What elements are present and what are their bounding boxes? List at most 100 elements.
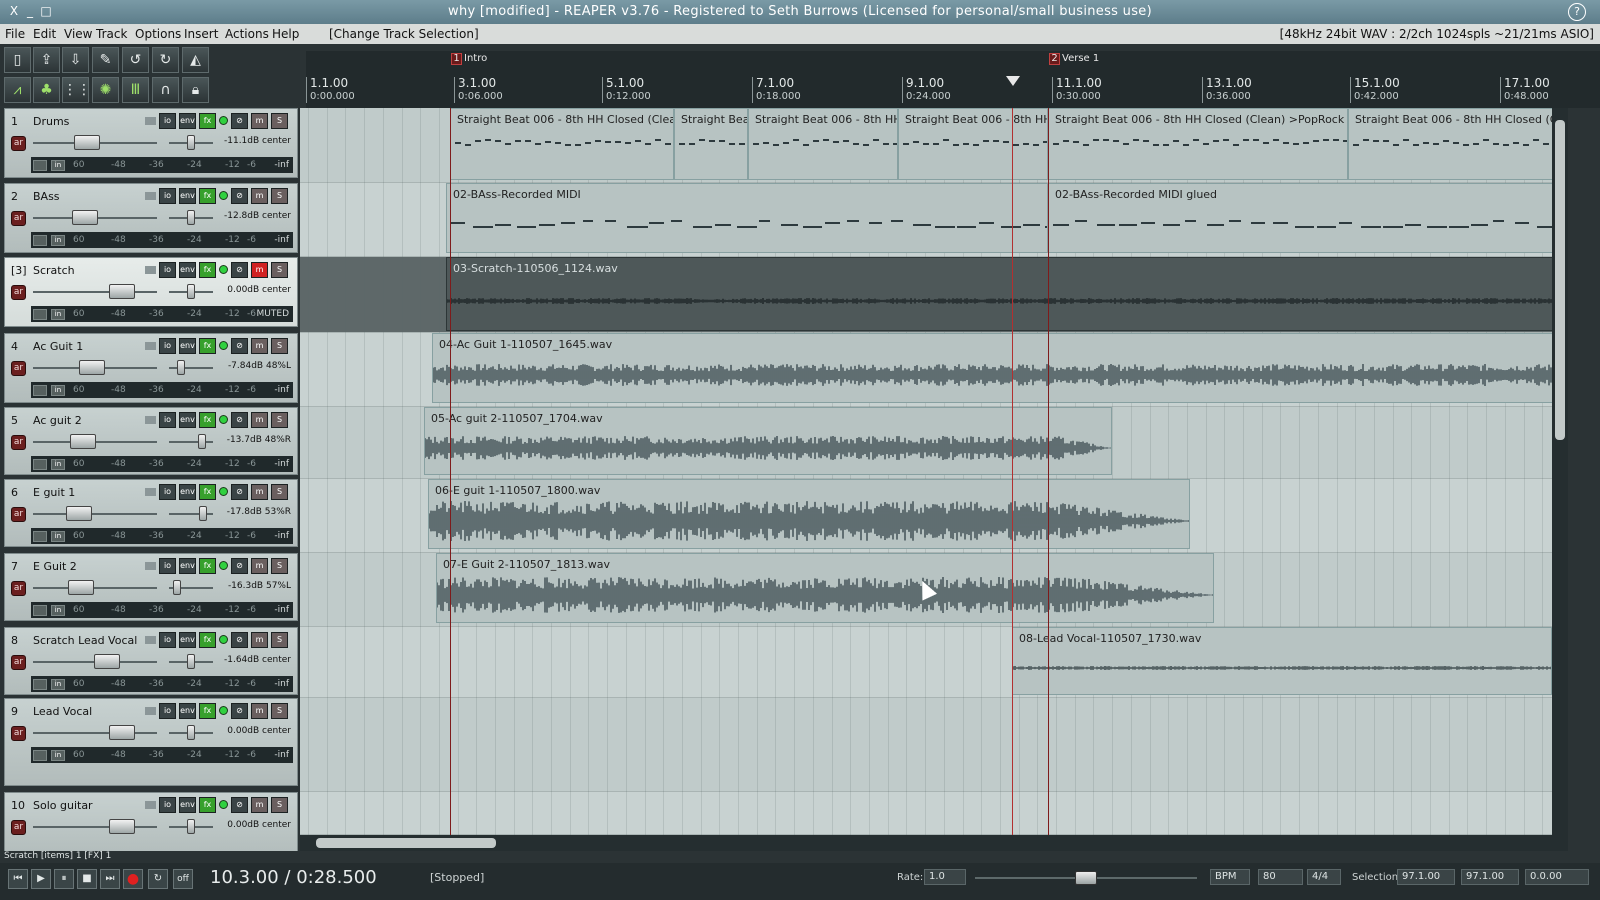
mute-button[interactable]: m (251, 632, 268, 648)
fx-button[interactable]: fx (199, 412, 216, 428)
mute-button[interactable]: m (251, 703, 268, 719)
mute-button[interactable]: m (251, 558, 268, 574)
fx-button[interactable]: fx (199, 558, 216, 574)
settings-wrench-icon[interactable]: ✎ (92, 47, 119, 73)
pause-icon[interactable]: ⏸ (54, 869, 74, 889)
fx-button[interactable]: fx (199, 113, 216, 129)
track-panel-3[interactable]: [3] Scratch io env fx ⊘ m Sar 0.00dB center in 60 -… (4, 257, 298, 327)
track-name[interactable]: Ac guit 2 (33, 414, 82, 427)
pan-knob[interactable] (187, 725, 195, 740)
track-name[interactable]: E Guit 2 (33, 560, 77, 573)
env-button[interactable]: env (179, 113, 196, 129)
pan-knob[interactable] (187, 210, 195, 225)
io-button[interactable]: io (159, 632, 176, 648)
pan-knob[interactable] (173, 580, 181, 595)
fx-enabled-led-icon[interactable] (219, 706, 228, 715)
mute-button[interactable]: m (251, 338, 268, 354)
phase-icon[interactable]: ⊘ (231, 188, 248, 204)
track-panel-5[interactable]: 5 Ac guit 2 io env fx ⊘ m Sar -13.7dB 48%R in 60 -4… (4, 407, 298, 475)
pan-knob[interactable] (187, 819, 195, 834)
volume-fader-track[interactable] (33, 826, 157, 828)
media-item[interactable]: 06-E guit 1-110507_1800.wav (428, 479, 1190, 549)
fx-enabled-led-icon[interactable] (219, 487, 228, 496)
vertical-scrollbar[interactable] (1552, 108, 1568, 835)
solo-button[interactable]: S (271, 113, 288, 129)
meter-mode-icon[interactable] (33, 385, 47, 396)
folder-icon[interactable] (145, 342, 156, 350)
pan-knob[interactable] (198, 434, 206, 449)
io-button[interactable]: io (159, 558, 176, 574)
input-button[interactable]: in (51, 309, 65, 320)
timeline-ruler[interactable]: 1 Intro 2 Verse 1 1.1.00 0:00.000 3.1.00 0:06… (306, 51, 1600, 108)
meter-mode-icon[interactable] (33, 459, 47, 470)
rate-field[interactable]: 1.0 (924, 869, 966, 885)
fx-enabled-led-icon[interactable] (219, 191, 228, 200)
io-button[interactable]: io (159, 412, 176, 428)
track-lane-9[interactable] (300, 698, 1552, 792)
volume-fader-track[interactable] (33, 587, 157, 589)
fx-button[interactable]: fx (199, 703, 216, 719)
folder-icon[interactable] (145, 266, 156, 274)
folder-icon[interactable] (145, 416, 156, 424)
track-lane-10[interactable] (300, 792, 1552, 835)
media-item[interactable]: Straight Beat 006 - 8th HH C (748, 108, 898, 180)
env-button[interactable]: env (179, 338, 196, 354)
track-panel-4[interactable]: 4 Ac Guit 1 io env fx ⊘ m Sar -7.84dB 48%L in 60 -4… (4, 333, 298, 403)
volume-fader-knob[interactable] (94, 654, 120, 669)
timesig-field[interactable]: 4/4 (1307, 869, 1341, 885)
record-arm-button[interactable]: ar (11, 211, 26, 226)
input-button[interactable]: in (51, 531, 65, 542)
media-item[interactable]: 07-E Guit 2-110507_1813.wav (436, 553, 1214, 623)
volume-fader-knob[interactable] (68, 580, 94, 595)
pan-knob[interactable] (199, 506, 207, 521)
menu-options[interactable]: Options (135, 27, 181, 41)
redo-icon[interactable]: ↻ (152, 47, 179, 73)
folder-icon[interactable] (145, 562, 156, 570)
selection-length-field[interactable]: 0.0.00 (1525, 869, 1589, 885)
menu-edit[interactable]: Edit (33, 27, 56, 41)
track-name[interactable]: Scratch Lead Vocal (33, 634, 137, 647)
record-icon[interactable]: ● (123, 869, 143, 889)
track-name[interactable]: Ac Guit 1 (33, 340, 83, 353)
media-item[interactable]: Straight Beat 006 - 8th HH Closed (Clean… (1048, 108, 1348, 180)
fx-enabled-led-icon[interactable] (219, 116, 228, 125)
track-panel-10[interactable]: 10 Solo guitar io env fx ⊘ m Sar 0.00dB center (4, 792, 298, 858)
env-button[interactable]: env (179, 188, 196, 204)
vertical-scroll-thumb[interactable] (1555, 120, 1565, 440)
solo-button[interactable]: S (271, 412, 288, 428)
fx-enabled-led-icon[interactable] (219, 635, 228, 644)
input-button[interactable]: in (51, 160, 65, 171)
env-button[interactable]: env (179, 558, 196, 574)
fx-enabled-led-icon[interactable] (219, 415, 228, 424)
phase-icon[interactable]: ⊘ (231, 797, 248, 813)
play-icon[interactable]: ▶ (31, 869, 51, 889)
input-button[interactable]: in (51, 235, 65, 246)
rate-slider-knob[interactable] (1075, 871, 1097, 885)
volume-fader-knob[interactable] (70, 434, 96, 449)
ripple-edit-icon[interactable]: ⩘ (4, 77, 31, 103)
save-project-icon[interactable]: ⇩ (62, 47, 89, 73)
phase-icon[interactable]: ⊘ (231, 558, 248, 574)
meter-mode-icon[interactable] (33, 679, 47, 690)
env-button[interactable]: env (179, 484, 196, 500)
crossfade-icon[interactable]: Ⅲ (122, 77, 149, 103)
volume-fader-knob[interactable] (109, 725, 135, 740)
arrange-view[interactable]: Straight Beat 006 - 8th HH Closed (Clean… (300, 108, 1552, 835)
menu-insert[interactable]: Insert (184, 27, 218, 41)
track-name[interactable]: Drums (33, 115, 69, 128)
env-button[interactable]: env (179, 262, 196, 278)
off-toggle-button[interactable]: off (173, 869, 193, 889)
mute-button[interactable]: m (251, 262, 268, 278)
io-button[interactable]: io (159, 262, 176, 278)
menu-file[interactable]: File (5, 27, 25, 41)
solo-button[interactable]: S (271, 558, 288, 574)
track-name[interactable]: Lead Vocal (33, 705, 92, 718)
menu-actions[interactable]: Actions (225, 27, 269, 41)
media-item[interactable]: 02-BAss-Recorded MIDI glued (1048, 183, 1552, 253)
horizontal-scroll-thumb[interactable] (316, 838, 496, 848)
media-item[interactable]: Straight Beat 006 - 8th HH Closed (Cle (1348, 108, 1552, 180)
io-button[interactable]: io (159, 703, 176, 719)
media-item[interactable]: Straight Beat 006 - 8th HH Closed (Clean… (450, 108, 674, 180)
env-button[interactable]: env (179, 703, 196, 719)
phase-icon[interactable]: ⊘ (231, 338, 248, 354)
